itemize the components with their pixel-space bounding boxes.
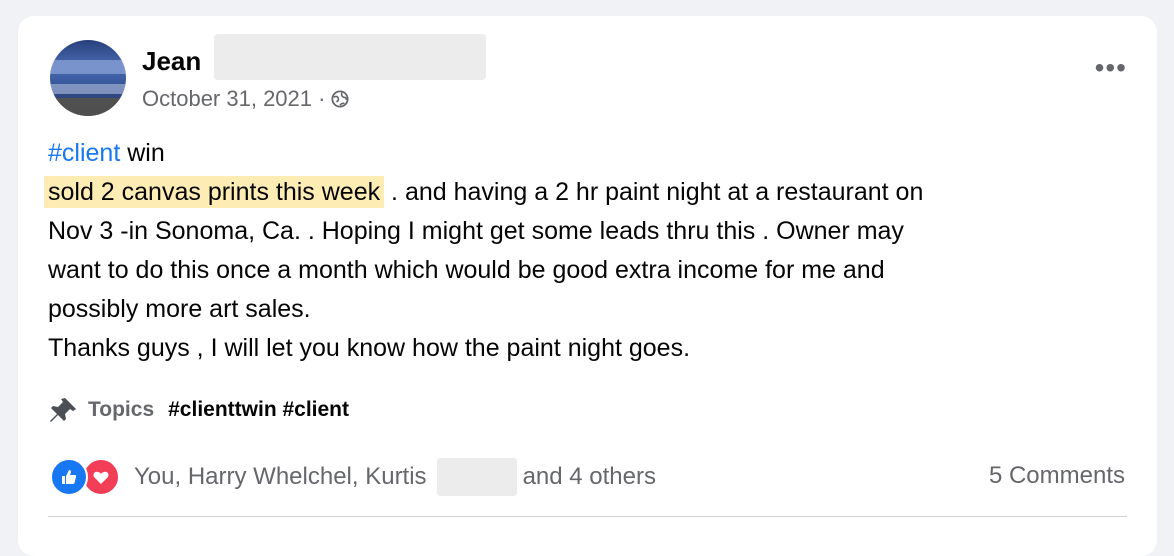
reaction-names-prefix: You, Harry Whelchel, Kurtis: [134, 463, 427, 490]
reactions-row[interactable]: You, Harry Whelchel, Kurtis and 4 others: [50, 458, 656, 496]
comments-count-link[interactable]: 5 Comments: [989, 462, 1125, 490]
body-text: Nov 3 -in Sonoma, Ca. . Hoping I might g…: [48, 217, 904, 245]
topic-tags[interactable]: #clienttwin #client: [168, 398, 349, 422]
post-body: #client win sold 2 canvas prints this we…: [44, 134, 1128, 368]
divider: [48, 516, 1127, 517]
reaction-names-suffix: and 4 others: [522, 463, 656, 490]
body-text: Thanks guys , I will let you know how th…: [48, 334, 691, 362]
avatar[interactable]: [50, 40, 126, 116]
topics-label: Topics: [88, 398, 155, 421]
body-text: . and having a 2 hr paint night at a res…: [384, 178, 924, 206]
pin-icon: [50, 398, 76, 422]
body-text: win: [120, 139, 165, 167]
post-meta: October 31, 2021 ·: [142, 86, 350, 112]
redacted-surname: [214, 34, 486, 80]
globe-icon[interactable]: [331, 90, 350, 108]
reaction-names[interactable]: You, Harry Whelchel, Kurtis and 4 others: [134, 458, 656, 496]
body-text: possibly more art sales.: [48, 295, 311, 323]
post-date[interactable]: October 31, 2021 ·: [142, 86, 325, 112]
redacted-name: [436, 458, 517, 496]
highlighted-text: sold 2 canvas prints this week: [44, 176, 385, 208]
hashtag-link[interactable]: #client: [48, 139, 120, 167]
body-text: want to do this once a month which would…: [48, 256, 885, 284]
author-name[interactable]: Jean: [142, 46, 201, 77]
like-icon: [50, 458, 88, 496]
post-card: Jean October 31, 2021 · ••• #client win …: [18, 16, 1157, 556]
more-options-button[interactable]: •••: [1095, 54, 1127, 82]
topics-row: Topics #clienttwin #client: [48, 396, 349, 424]
